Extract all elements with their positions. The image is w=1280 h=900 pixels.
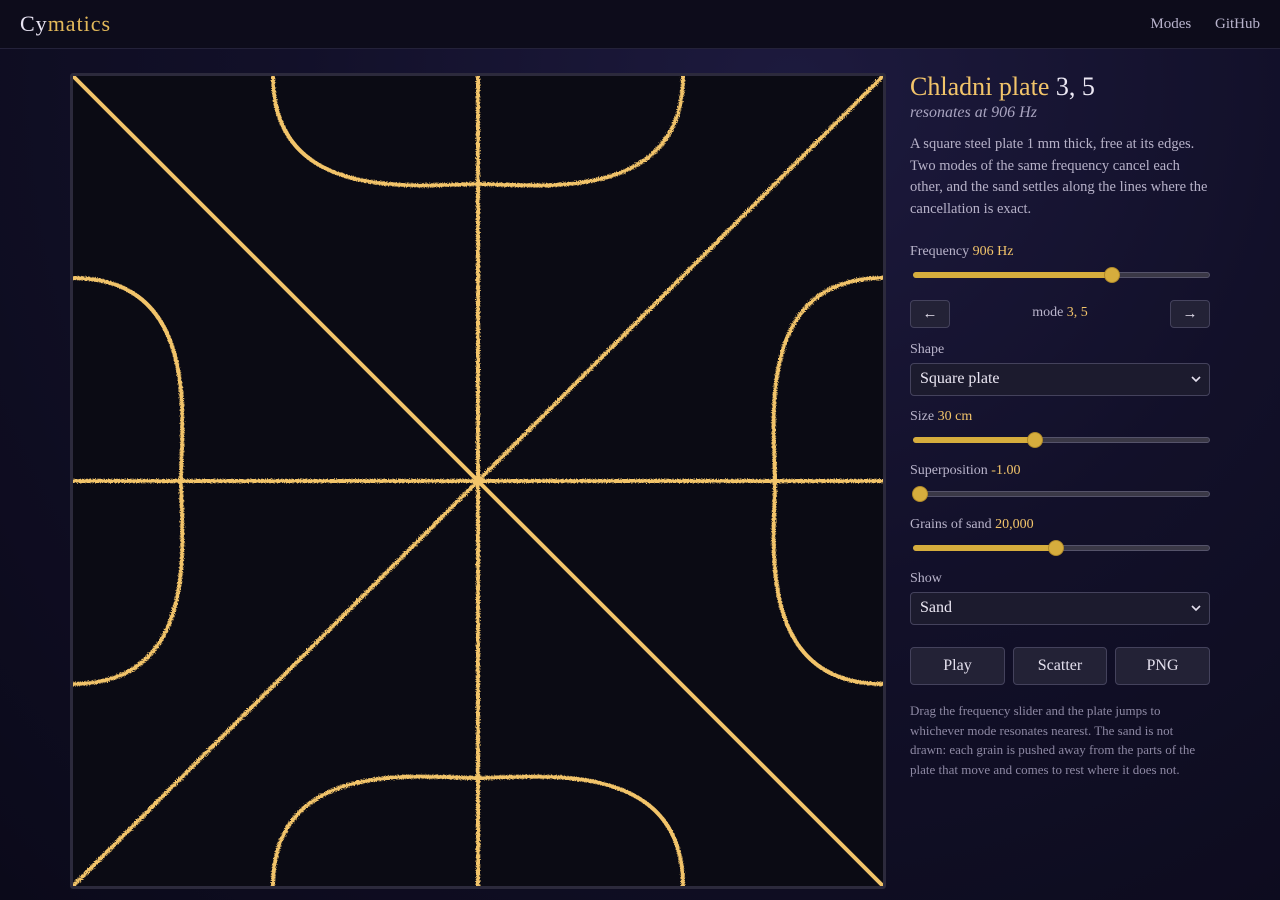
help-note: Drag the frequency slider and the plate …	[910, 703, 1196, 777]
show-label: Show	[910, 571, 942, 586]
superposition-value: -1.00	[991, 463, 1021, 478]
size-slider[interactable]	[910, 429, 1210, 451]
sand-pattern	[73, 76, 883, 886]
size-label: Size 30 cm	[910, 409, 1210, 425]
show-select-value: Sand	[920, 599, 952, 616]
frequency-label-text: Frequency	[910, 244, 970, 259]
superposition-slider-thumb[interactable]	[913, 487, 927, 501]
mode-value: 3, 5	[1066, 305, 1088, 320]
superposition-label: Superposition -1.00	[910, 463, 1210, 479]
next-mode-button[interactable]: →	[1170, 300, 1210, 328]
grains-label-text: Grains of sand	[910, 517, 992, 532]
nav-link-github[interactable]: GitHub	[1215, 16, 1260, 32]
frequency-value: 906 Hz	[972, 244, 1014, 259]
brand-logo[interactable]: Cymatics	[20, 11, 111, 37]
mode-navigator: ← mode 3, 5 →	[910, 300, 1210, 328]
frequency-slider[interactable]	[910, 264, 1210, 286]
resonance-subtitle: resonates at 906 Hz	[910, 104, 1037, 121]
action-buttons: Play Scatter PNG	[910, 647, 1210, 685]
chevron-down-icon	[1191, 605, 1201, 612]
superposition-slider[interactable]	[910, 483, 1210, 505]
grains-slider-fill	[913, 545, 1056, 551]
superposition-control: Superposition -1.00	[910, 463, 1210, 505]
brand-text-part2: matics	[47, 11, 112, 36]
title-mode: 3, 5	[1055, 72, 1095, 101]
frequency-slider-thumb[interactable]	[1104, 268, 1119, 282]
shape-select-value: Square plate	[920, 370, 1000, 387]
top-bar: Cymatics Modes GitHub	[0, 0, 1280, 49]
nav-link-modes[interactable]: Modes	[1150, 16, 1191, 32]
brand-text-part1: Cy	[20, 11, 48, 36]
grains-value: 20,000	[995, 517, 1034, 532]
size-slider-fill	[913, 437, 1035, 443]
shape-select[interactable]: Square plate	[910, 363, 1210, 396]
control-panel: Chladni plate 3, 5 resonates at 906 Hz A…	[910, 72, 1210, 779]
top-nav: Modes GitHub	[1130, 16, 1260, 33]
frequency-label: Frequency 906 Hz	[910, 244, 1210, 260]
title-text: Chladni plate	[910, 72, 1050, 101]
png-export-button[interactable]: PNG	[1115, 647, 1210, 685]
play-button[interactable]: Play	[910, 647, 1005, 685]
frequency-slider-fill	[913, 272, 1112, 278]
shape-control: Shape Square plate	[910, 342, 1210, 396]
scatter-button[interactable]: Scatter	[1013, 647, 1107, 685]
superposition-label-text: Superposition	[910, 463, 988, 478]
grains-slider-thumb[interactable]	[1048, 541, 1063, 555]
shape-label: Shape	[910, 342, 945, 357]
size-slider-thumb[interactable]	[1027, 433, 1042, 447]
show-control: Show Sand	[910, 571, 1210, 625]
frequency-control: Frequency 906 Hz	[910, 244, 1210, 286]
superposition-slider-track	[913, 491, 1210, 497]
grains-control: Grains of sand 20,000	[910, 517, 1210, 559]
grains-label: Grains of sand 20,000	[910, 517, 1210, 533]
mode-label: mode	[1032, 305, 1064, 320]
chladni-plate-canvas[interactable]	[70, 73, 886, 889]
plate-description: A square steel plate 1 mm thick, free at…	[910, 136, 1208, 217]
show-select[interactable]: Sand	[910, 592, 1210, 625]
size-value: 30 cm	[937, 409, 973, 424]
page-title: Chladni plate 3, 5	[910, 72, 1210, 102]
grains-slider[interactable]	[910, 537, 1210, 559]
size-control: Size 30 cm	[910, 409, 1210, 451]
size-label-text: Size	[910, 409, 935, 424]
chevron-down-icon	[1191, 376, 1201, 383]
mode-indicator: mode 3, 5	[910, 305, 1210, 321]
